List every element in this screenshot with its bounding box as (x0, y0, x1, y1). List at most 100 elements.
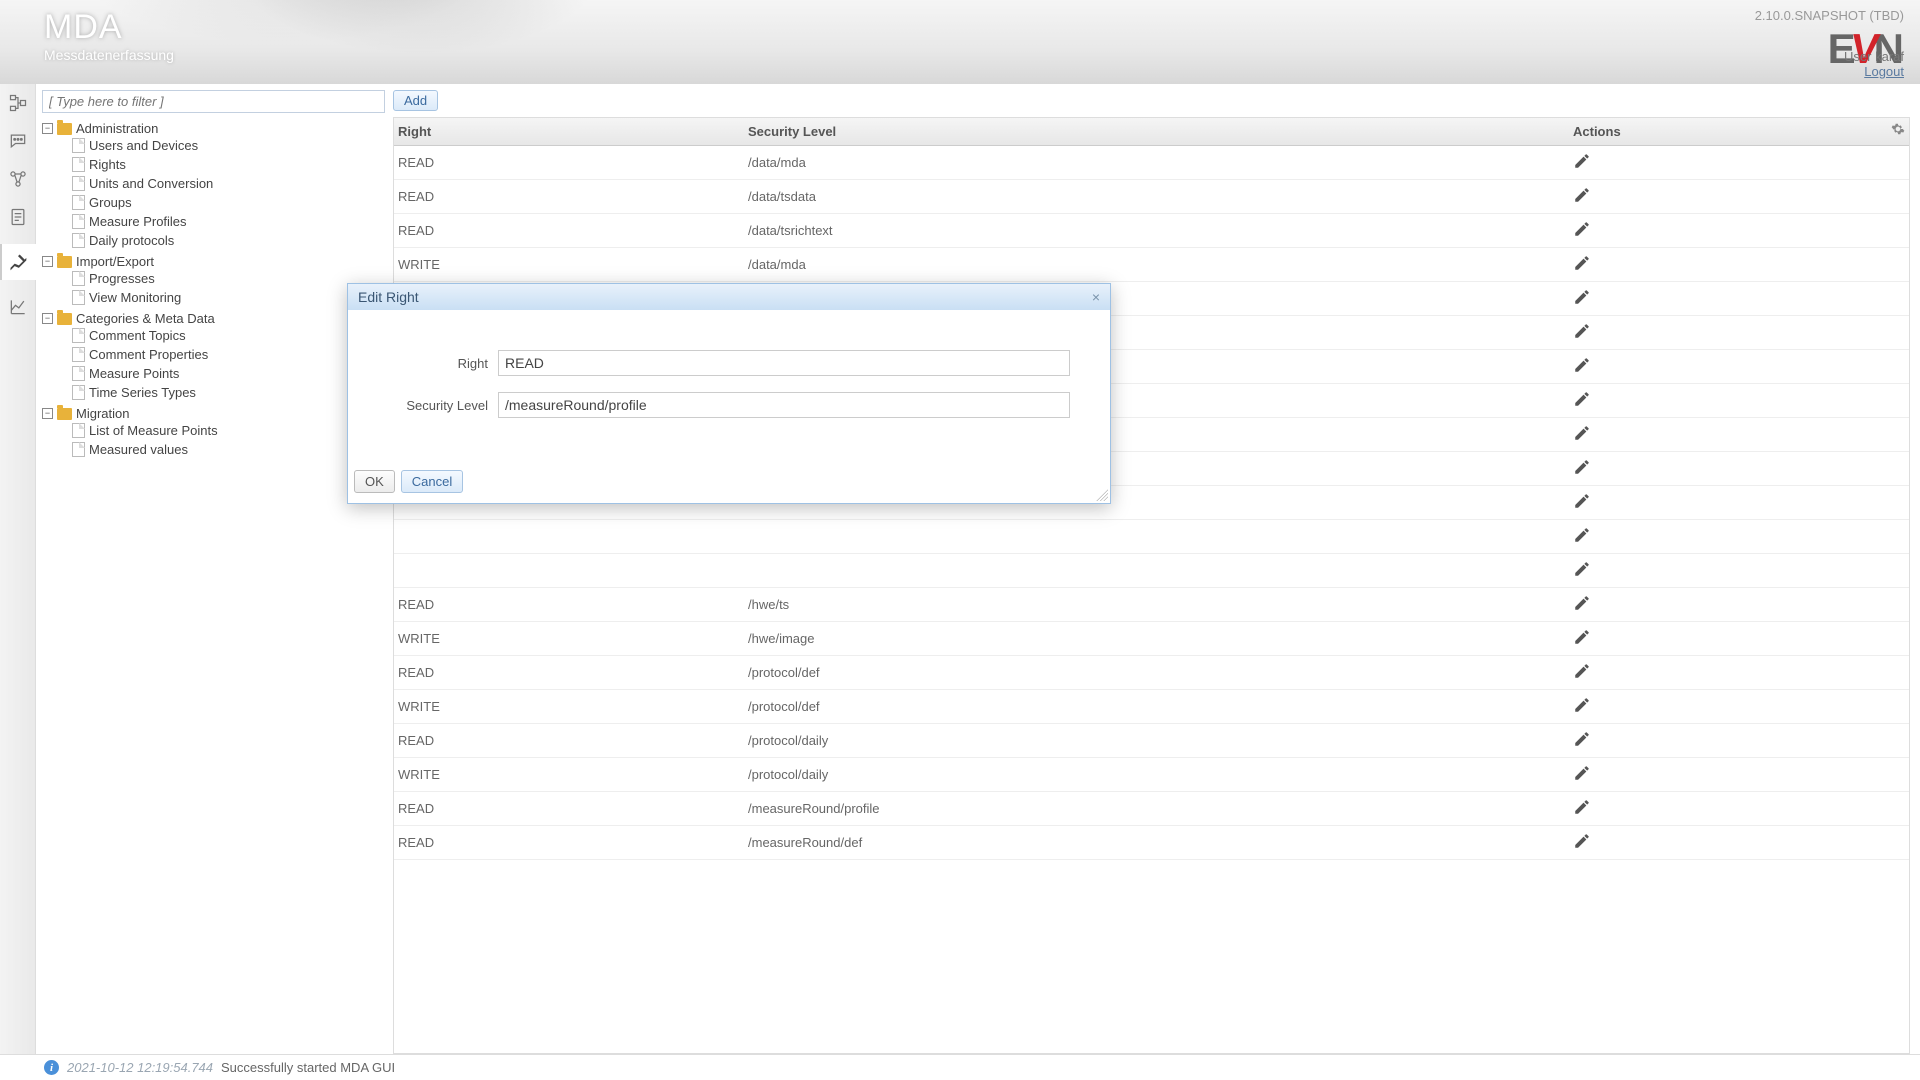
tree-item[interactable]: Groups (72, 195, 385, 210)
edit-row-icon[interactable] (1573, 492, 1591, 513)
edit-row-icon[interactable] (1573, 526, 1591, 547)
edit-row-icon[interactable] (1573, 764, 1591, 785)
add-button[interactable]: Add (393, 90, 438, 111)
edit-row-icon[interactable] (1573, 832, 1591, 853)
tree-folder-label[interactable]: Categories & Meta Data (76, 311, 215, 326)
tree-item-label[interactable]: Measure Points (89, 366, 179, 381)
tree-item[interactable]: Daily protocols (72, 233, 385, 248)
right-field[interactable] (498, 350, 1070, 376)
tree-folder-label[interactable]: Migration (76, 406, 129, 421)
tree-item[interactable]: View Monitoring (72, 290, 385, 305)
tree-item-label[interactable]: Time Series Types (89, 385, 196, 400)
tree-item[interactable]: Units and Conversion (72, 176, 385, 191)
nav-hierarchy-icon[interactable] (7, 92, 29, 114)
cell-security: /measureRound/profile (744, 795, 1569, 822)
table-row[interactable]: READ/protocol/daily (394, 724, 1909, 758)
tree-toggle-icon[interactable]: − (42, 313, 53, 324)
cell-security: /hwe/image (744, 625, 1569, 652)
edit-row-icon[interactable] (1573, 594, 1591, 615)
edit-row-icon[interactable] (1573, 186, 1591, 207)
table-row[interactable]: WRITE/data/mda (394, 248, 1909, 282)
edit-row-icon[interactable] (1573, 390, 1591, 411)
table-settings-icon[interactable] (1891, 122, 1905, 139)
edit-row-icon[interactable] (1573, 288, 1591, 309)
tree-item[interactable]: Time Series Types (72, 385, 385, 400)
edit-row-icon[interactable] (1573, 730, 1591, 751)
tree-folder-label[interactable]: Import/Export (76, 254, 154, 269)
edit-row-icon[interactable] (1573, 356, 1591, 377)
table-row[interactable]: READ/data/tsrichtext (394, 214, 1909, 248)
tree-item[interactable]: List of Measure Points (72, 423, 385, 438)
tree-folder[interactable]: − Migration (42, 406, 385, 421)
dialog-header[interactable]: Edit Right × (348, 284, 1110, 310)
edit-row-icon[interactable] (1573, 322, 1591, 343)
edit-row-icon[interactable] (1573, 560, 1591, 581)
logout-link[interactable]: Logout (1864, 64, 1904, 79)
table-row[interactable]: WRITE/protocol/def (394, 690, 1909, 724)
table-row[interactable]: WRITE/protocol/daily (394, 758, 1909, 792)
table-row[interactable]: WRITE/hwe/image (394, 622, 1909, 656)
tree-item-label[interactable]: Comment Topics (89, 328, 186, 343)
edit-row-icon[interactable] (1573, 424, 1591, 445)
table-row[interactable]: READ/data/tsdata (394, 180, 1909, 214)
edit-row-icon[interactable] (1573, 628, 1591, 649)
edit-row-icon[interactable] (1573, 254, 1591, 275)
folder-icon (57, 256, 72, 268)
nav-chart-icon[interactable] (7, 296, 29, 318)
ok-button[interactable]: OK (354, 470, 395, 493)
tree-filter-input[interactable] (42, 90, 385, 113)
tree-folder-label[interactable]: Administration (76, 121, 158, 136)
tree-item[interactable]: Measure Profiles (72, 214, 385, 229)
col-header-right[interactable]: Right (394, 118, 744, 145)
tree-toggle-icon[interactable]: − (42, 408, 53, 419)
tree-item-label[interactable]: Comment Properties (89, 347, 208, 362)
edit-row-icon[interactable] (1573, 662, 1591, 683)
tree-folder[interactable]: − Administration (42, 121, 385, 136)
tree-item-label[interactable]: Groups (89, 195, 132, 210)
tree-toggle-icon[interactable]: − (42, 256, 53, 267)
table-row[interactable]: READ/data/mda (394, 146, 1909, 180)
table-row[interactable]: READ/measureRound/profile (394, 792, 1909, 826)
tree-item-label[interactable]: List of Measure Points (89, 423, 218, 438)
tree-item-label[interactable]: Measured values (89, 442, 188, 457)
tree-item[interactable]: Comment Topics (72, 328, 385, 343)
tree-item-label[interactable]: View Monitoring (89, 290, 181, 305)
dialog-resize-handle[interactable] (1096, 489, 1108, 501)
tree-item[interactable]: Rights (72, 157, 385, 172)
table-row[interactable]: READ/protocol/def (394, 656, 1909, 690)
table-row[interactable]: READ/hwe/ts (394, 588, 1909, 622)
nav-report-icon[interactable] (7, 206, 29, 228)
tree-item[interactable]: Comment Properties (72, 347, 385, 362)
tree-item-label[interactable]: Progresses (89, 271, 155, 286)
tree-item[interactable]: Users and Devices (72, 138, 385, 153)
nav-settings-icon[interactable] (0, 244, 36, 280)
cancel-button[interactable]: Cancel (401, 470, 463, 493)
tree-item-label[interactable]: Users and Devices (89, 138, 198, 153)
tree-folder[interactable]: − Import/Export (42, 254, 385, 269)
tree-item[interactable]: Measure Points (72, 366, 385, 381)
dialog-close-icon[interactable]: × (1092, 289, 1100, 305)
edit-row-icon[interactable] (1573, 458, 1591, 479)
file-icon (72, 195, 85, 210)
col-header-security[interactable]: Security Level (744, 118, 1569, 145)
tree-item-label[interactable]: Daily protocols (89, 233, 174, 248)
edit-row-icon[interactable] (1573, 220, 1591, 241)
nav-comments-icon[interactable] (7, 130, 29, 152)
tree-folder[interactable]: − Categories & Meta Data (42, 311, 385, 326)
tree-item[interactable]: Progresses (72, 271, 385, 286)
cell-security: /protocol/def (744, 659, 1569, 686)
edit-row-icon[interactable] (1573, 798, 1591, 819)
tree-item[interactable]: Measured values (72, 442, 385, 457)
edit-row-icon[interactable] (1573, 696, 1591, 717)
table-row[interactable] (394, 520, 1909, 554)
edit-row-icon[interactable] (1573, 152, 1591, 173)
tree-item-label[interactable]: Units and Conversion (89, 176, 213, 191)
nav-network-icon[interactable] (7, 168, 29, 190)
table-row[interactable] (394, 554, 1909, 588)
table-row[interactable]: READ/measureRound/def (394, 826, 1909, 860)
security-field[interactable] (498, 392, 1070, 418)
col-header-actions[interactable]: Actions (1569, 118, 1909, 145)
tree-item-label[interactable]: Measure Profiles (89, 214, 187, 229)
tree-item-label[interactable]: Rights (89, 157, 126, 172)
tree-toggle-icon[interactable]: − (42, 123, 53, 134)
